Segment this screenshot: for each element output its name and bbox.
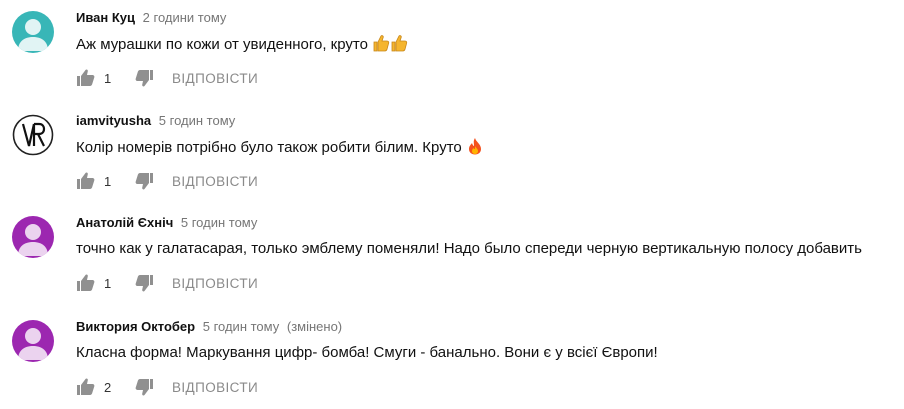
- comment-text: Колір номерів потрібно було також робити…: [76, 137, 484, 161]
- avatar[interactable]: [12, 320, 54, 362]
- thumbs-up-icon[interactable]: [76, 273, 96, 293]
- comment-header: Виктория Октобер 5 годин тому (змінено): [76, 319, 342, 335]
- default-avatar-icon: [12, 11, 54, 53]
- thumbs-down-icon[interactable]: [134, 68, 154, 88]
- reply-button[interactable]: ВІДПОВІСТИ: [172, 276, 258, 291]
- thumbs-up-icon[interactable]: [76, 377, 96, 397]
- comment-text: точно как у галатасарая, только эмблему …: [76, 239, 862, 259]
- thumbs-down-icon[interactable]: [134, 171, 154, 191]
- author-name[interactable]: iamvityusha: [76, 113, 151, 128]
- comment-text-body: точно как у галатасарая, только эмблему …: [76, 240, 862, 257]
- comment-actions: 2 ВІДПОВІСТИ: [76, 375, 258, 399]
- reply-button[interactable]: ВІДПОВІСТИ: [172, 380, 258, 395]
- comment-time[interactable]: 5 годин тому: [203, 319, 280, 334]
- comment-text: Аж мурашки по кожи от увиденного, круто: [76, 34, 408, 58]
- avatar[interactable]: [12, 216, 54, 258]
- default-avatar-icon: [12, 216, 54, 258]
- author-name[interactable]: Иван Куц: [76, 10, 135, 25]
- comment-item: Анатолій Єхніч 5 годин тому точно как у …: [0, 205, 904, 305]
- thumbs-up-icon[interactable]: [76, 68, 96, 88]
- comment-item: Иван Куц 2 години тому Аж мурашки по кож…: [0, 0, 904, 100]
- default-avatar-icon: [12, 320, 54, 362]
- comment-actions: 1 ВІДПОВІСТИ: [76, 169, 258, 193]
- comment-time[interactable]: 5 годин тому: [159, 113, 236, 128]
- comment-time[interactable]: 5 годин тому: [181, 215, 258, 230]
- comment-actions: 1 ВІДПОВІСТИ: [76, 271, 258, 295]
- comment-text: Класна форма! Маркування цифр- бомба! См…: [76, 343, 658, 363]
- comment-actions: 1 ВІДПОВІСТИ: [76, 66, 258, 90]
- like-count: 1: [104, 70, 112, 86]
- comment-header: iamvityusha 5 годин тому: [76, 113, 235, 129]
- comment-time[interactable]: 2 години тому: [143, 10, 227, 25]
- avatar[interactable]: [12, 114, 54, 156]
- comment-text-body: Колір номерів потрібно було також робити…: [76, 139, 462, 156]
- thumbs-up-icon[interactable]: [76, 171, 96, 191]
- comment-item: Виктория Октобер 5 годин тому (змінено) …: [0, 309, 904, 409]
- comment-header: Иван Куц 2 години тому: [76, 10, 226, 26]
- thumbs-down-icon[interactable]: [134, 377, 154, 397]
- vr-monogram-avatar-icon: [12, 114, 54, 156]
- reply-button[interactable]: ВІДПОВІСТИ: [172, 174, 258, 189]
- comment-text-body: Класна форма! Маркування цифр- бомба! См…: [76, 344, 658, 361]
- like-count: 2: [104, 379, 112, 395]
- author-name[interactable]: Анатолій Єхніч: [76, 215, 173, 230]
- reply-button[interactable]: ВІДПОВІСТИ: [172, 71, 258, 86]
- thumbs-down-icon[interactable]: [134, 273, 154, 293]
- comment-item: iamvityusha 5 годин тому Колір номерів п…: [0, 103, 904, 203]
- like-count: 1: [104, 275, 112, 291]
- comment-header: Анатолій Єхніч 5 годин тому: [76, 215, 257, 231]
- thumbs-up-emoji-icon: [372, 34, 408, 58]
- comment-text-body: Аж мурашки по кожи от увиденного, круто: [76, 36, 368, 53]
- avatar[interactable]: [12, 11, 54, 53]
- fire-emoji-icon: [466, 137, 484, 161]
- edited-label: (змінено): [286, 319, 343, 334]
- author-name[interactable]: Виктория Октобер: [76, 319, 195, 334]
- like-count: 1: [104, 173, 112, 189]
